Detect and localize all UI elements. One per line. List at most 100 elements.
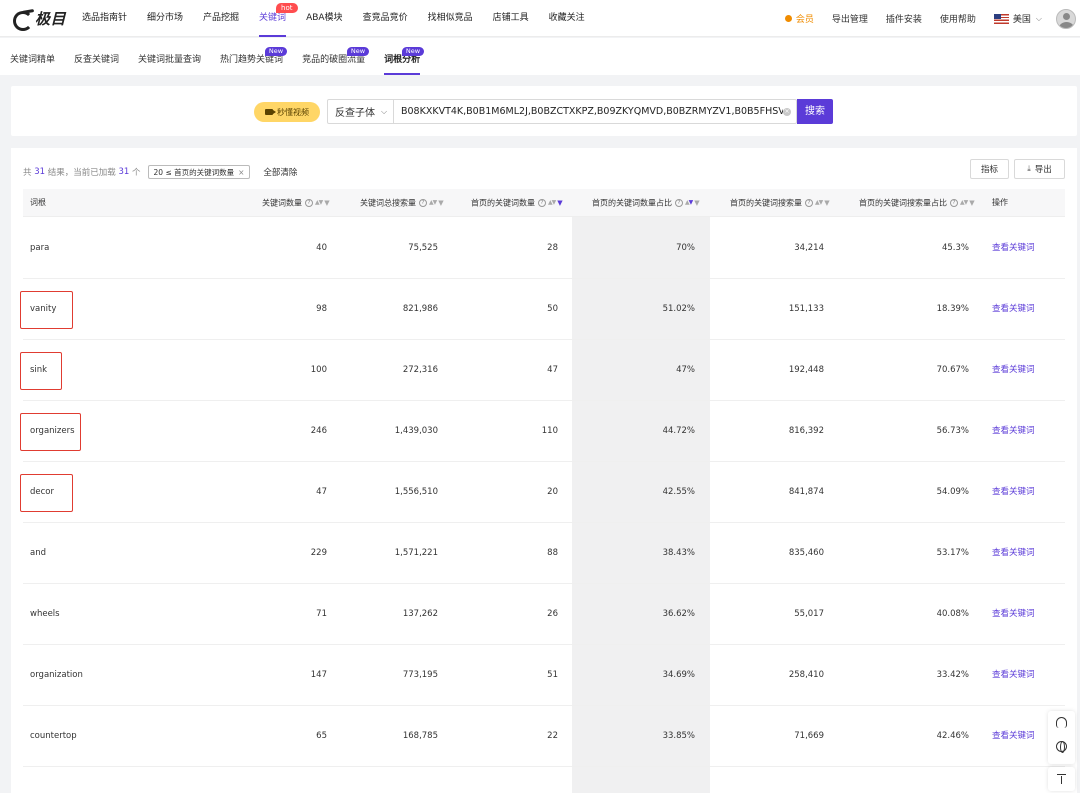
region-selector[interactable]: 美国 ⌵	[993, 12, 1042, 25]
back-to-top-button[interactable]	[1048, 767, 1075, 791]
filter-icon[interactable]: ▼	[694, 189, 699, 217]
nav-item-favorites[interactable]: 收藏关注	[549, 0, 585, 37]
th-root[interactable]: 词根	[30, 189, 46, 217]
tab-root-analysis[interactable]: 词根分析 New	[384, 38, 425, 75]
view-keywords-link[interactable]: 查看关键词	[992, 218, 1062, 278]
filter-icon[interactable]: ▼	[824, 189, 829, 217]
view-keywords-link[interactable]: 查看关键词	[992, 401, 1062, 461]
cell-home-kw-count: 22	[547, 731, 558, 741]
nav-item-market[interactable]: 细分市场	[147, 0, 183, 37]
cell-root: wheels	[30, 609, 60, 619]
sort-icon[interactable]: ▲▼	[315, 189, 323, 217]
cell-home-kw-search-ratio: 18.39%	[936, 304, 969, 314]
export-manage-link[interactable]: 导出管理	[832, 12, 868, 25]
th-home-kw-search-ratio[interactable]: 首页的关键词搜索量占比? ▲▼ ▼	[859, 189, 975, 217]
tab-trending[interactable]: 热门趋势关键词 New	[220, 38, 288, 75]
cell-kw-search-total: 168,785	[402, 731, 438, 741]
help-icon[interactable]: ?	[305, 199, 313, 207]
view-keywords-link[interactable]: 查看关键词	[992, 462, 1062, 522]
nav-item-keywords[interactable]: 关键词 hot	[259, 0, 298, 37]
search-mode-select[interactable]: 反查子体 ⌵	[328, 100, 394, 123]
th-kw-count[interactable]: 关键词数量? ▲▼ ▼	[262, 189, 330, 217]
table-row: and 229 1,571,221 88 38.43% 835,460 53.17% 查看关键…	[23, 523, 1065, 584]
view-keywords-link[interactable]: 查看关键词	[992, 279, 1062, 339]
table-header: 词根 关键词数量? ▲▼ ▼ 关键词总搜索量? ▲▼ ▼ 首页的关键词数量? ▲▼ ▼ 首页…	[23, 189, 1065, 217]
view-keywords-link[interactable]: 查看关键词	[992, 523, 1062, 583]
asin-input[interactable]: B08KXKVT4K,B0B1M6ML2J,B0BZCTXKPZ,B09ZKYQ…	[394, 106, 783, 117]
nav-label: 查竞品竞价	[362, 13, 408, 23]
headset-icon[interactable]	[1056, 717, 1067, 728]
th-home-kw-ratio[interactable]: 首页的关键词数量占比? ▲▼ ▼	[592, 189, 700, 217]
export-button[interactable]: ⤓ 导出	[1014, 159, 1065, 179]
cell-home-kw-search: 835,460	[788, 548, 824, 558]
sort-icon[interactable]: ▲▼	[960, 189, 968, 217]
view-keywords-link[interactable]: 查看关键词	[992, 645, 1062, 705]
cell-home-kw-count: 88	[547, 548, 558, 558]
new-badge: New	[264, 47, 288, 56]
avatar[interactable]	[1056, 8, 1076, 29]
nav-item-similar[interactable]: 找相似竞品	[428, 0, 473, 37]
sort-desc-icon[interactable]: ▲▼	[685, 189, 693, 217]
vip-link[interactable]: 会员	[784, 12, 814, 25]
th-label: 首页的关键词搜索量占比	[859, 198, 947, 208]
video-tutorial-button[interactable]: 秒懂视频	[254, 102, 320, 122]
filter-icon[interactable]: ▼	[438, 189, 443, 217]
cell-kw-search-total: 821,986	[402, 304, 438, 314]
table-row: para 40 75,525 28 70% 34,214 45.3% 查看关键词	[23, 218, 1065, 279]
cell-home-kw-search: 841,874	[788, 487, 824, 497]
nav-label: 店铺工具	[492, 13, 529, 23]
close-icon[interactable]: ×	[238, 166, 244, 179]
total-count: 31	[34, 167, 46, 177]
search-button[interactable]: 搜索	[797, 99, 833, 124]
help-icon[interactable]: ?	[675, 199, 683, 207]
cell-home-kw-search-ratio: 42.46%	[936, 731, 969, 741]
cell-kw-search-total: 1,556,510	[394, 487, 438, 497]
nav-item-competitor-bid[interactable]: 查竞品竞价	[363, 0, 408, 37]
cell-kw-search-total: 75,525	[408, 243, 438, 253]
nav-item-product-mining[interactable]: 产品挖掘	[203, 0, 239, 37]
sort-icon[interactable]: ▲▼	[429, 189, 437, 217]
clear-input-icon[interactable]: ×	[783, 107, 791, 116]
tab-batch-query[interactable]: 关键词批量查询	[138, 38, 201, 75]
help-icon[interactable]: ?	[950, 199, 958, 207]
tab-keyword-list[interactable]: 关键词精单	[10, 38, 55, 75]
tab-breakout-traffic[interactable]: 竞品的破圈流量 New	[302, 38, 370, 75]
nav-label: 细分市场	[147, 13, 184, 23]
filter-active-icon[interactable]: ▼	[557, 189, 562, 217]
filter-tag[interactable]: 20 ≤ 首页的关键词数量 ×	[147, 165, 251, 179]
th-kw-search-total[interactable]: 关键词总搜索量? ▲▼ ▼	[360, 189, 444, 217]
cell-kw-count: 98	[316, 304, 327, 314]
logo[interactable]: 极目	[12, 7, 66, 31]
cell-home-kw-search: 258,410	[788, 670, 824, 680]
nav-item-aba[interactable]: ABA模块	[306, 0, 343, 37]
plugin-install-link[interactable]: 插件安装	[886, 12, 922, 25]
help-icon[interactable]: ?	[538, 199, 546, 207]
globe-icon[interactable]	[1056, 741, 1067, 753]
th-label: 首页的关键词数量占比	[592, 198, 672, 208]
view-keywords-link[interactable]: 查看关键词	[992, 340, 1062, 400]
help-icon[interactable]: ?	[419, 199, 427, 207]
nav-item-product-guide[interactable]: 选品指南针	[82, 0, 127, 37]
sort-icon[interactable]: ▲▼	[815, 189, 823, 217]
help-icon[interactable]: ?	[805, 199, 813, 207]
summary-text: 共	[23, 168, 32, 178]
tab-reverse-keyword[interactable]: 反查关键词	[74, 38, 119, 75]
cell-home-kw-count: 26	[547, 609, 558, 619]
nav-item-store-tools[interactable]: 店铺工具	[493, 0, 529, 37]
filter-icon[interactable]: ▼	[324, 189, 329, 217]
view-keywords-link[interactable]: 查看关键词	[992, 584, 1062, 644]
cell-kw-count: 65	[316, 731, 327, 741]
help-link[interactable]: 使用帮助	[940, 12, 976, 25]
sort-icon[interactable]: ▲▼	[548, 189, 556, 217]
clear-all-filters[interactable]: 全部清除	[263, 166, 297, 178]
th-home-kw-search[interactable]: 首页的关键词搜索量? ▲▼ ▼	[730, 189, 830, 217]
cell-kw-count: 100	[310, 365, 327, 375]
filter-icon[interactable]: ▼	[969, 189, 974, 217]
th-home-kw-count[interactable]: 首页的关键词数量? ▲▼ ▼	[471, 189, 563, 217]
table-row: decor 47 1,556,510 20 42.55% 841,874 54.09% 查看关…	[20, 462, 1065, 523]
cell-home-kw-ratio: 34.69%	[662, 670, 695, 680]
nav-label: ABA模块	[306, 13, 343, 23]
tab-label: 关键词精单	[10, 55, 56, 65]
metrics-button[interactable]: 指标	[970, 159, 1009, 179]
nav-label: 选品指南针	[82, 13, 128, 23]
